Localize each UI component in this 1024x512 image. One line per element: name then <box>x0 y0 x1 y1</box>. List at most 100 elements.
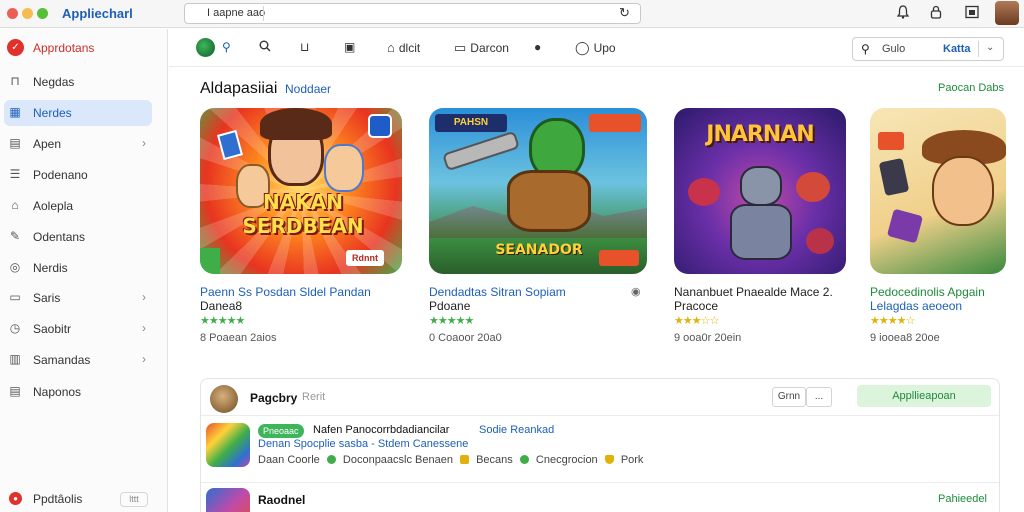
binoculars-icon[interactable]: ⚲ <box>222 40 231 54</box>
user-avatar[interactable] <box>995 1 1019 25</box>
sidebar-item-label: Apen <box>33 137 62 151</box>
chevron-right-icon: › <box>142 290 146 304</box>
weapon-shape <box>442 130 520 172</box>
address-bar[interactable]: I aapne aao ↻ <box>184 3 641 24</box>
chat-icon[interactable]: ● <box>534 40 541 54</box>
sidebar-item-10[interactable]: ▥ Samandas › <box>0 347 168 373</box>
app-card[interactable]: PAHSN SEANADOR Dendadtas Sitran Sopiam P… <box>429 108 649 354</box>
character-face <box>932 156 994 226</box>
footer-badge: lttt <box>120 492 148 507</box>
search-button[interactable]: Katta <box>943 43 971 55</box>
app-meta: 0 Coaoor 20a0 <box>429 332 502 344</box>
app-title: Appliecharl <box>62 6 133 21</box>
app-card[interactable]: JNARNAN Nananbuet Pnaealde Mace 2. Praco… <box>674 108 894 354</box>
search-icon: ⚲ <box>861 42 870 56</box>
house-icon: ⌂ <box>387 40 395 55</box>
chevron-down-icon[interactable]: ⌄ <box>986 42 994 53</box>
image-icon[interactable]: ▣ <box>344 40 355 54</box>
row-meta-item: Daan Coorle <box>258 454 320 466</box>
app-meta: 8 Poaean 2aios <box>200 332 277 344</box>
sidebar-item-label: Samandas <box>33 353 91 367</box>
card-prop <box>886 208 924 244</box>
character-body <box>507 170 591 232</box>
sidebar-item-7[interactable]: ◎ Nerdis <box>0 255 168 281</box>
sidebar-item-2[interactable]: ▦ Nerdes <box>0 100 168 126</box>
maximize-window-button[interactable] <box>37 8 48 19</box>
search-divider <box>978 41 979 57</box>
row-app-name[interactable]: Nafen Panocorrbdadiancilar <box>313 424 449 436</box>
app-meta: 9 iooea8 20oe <box>870 332 940 344</box>
more-button[interactable]: ... <box>806 387 832 407</box>
sidebar: ✓ Apprdotans ⊓ Negdas ▦ Nerdes ▤ Apen › … <box>0 29 168 512</box>
apply-button[interactable]: Appllieapoan <box>857 385 991 407</box>
app-developer: Pracoce <box>674 299 719 313</box>
sidebar-footer-item[interactable]: ● Ppdtâolis lttt <box>0 486 168 512</box>
green-dot-icon <box>519 455 529 464</box>
see-all-link[interactable]: Paocan Dabs <box>938 82 1004 94</box>
sidebar-item-8[interactable]: ▭ Saris › <box>0 285 168 311</box>
toolbar-logo-icon[interactable] <box>196 38 215 57</box>
sidebar-item-label: Podenano <box>33 168 88 182</box>
character-face <box>324 144 364 192</box>
sidebar-item-brand[interactable]: ✓ Apprdotans <box>0 35 168 61</box>
row-meta-item: Pork <box>620 454 644 466</box>
row-meta-item: Doconpaacslc Benaen <box>342 454 453 466</box>
app-title[interactable]: Nananbuet Pnaealde Mace 2. <box>674 285 894 299</box>
app-artwork: NAKAN SERDBEAN Rdnnt <box>200 108 402 274</box>
person-icon: ◎ <box>9 260 21 274</box>
search-input[interactable]: Gulo <box>882 43 905 55</box>
robot-head <box>740 166 782 206</box>
app-developer: Lelagdas aeoeon <box>870 299 963 313</box>
address-divider <box>263 6 264 21</box>
reload-icon[interactable]: ↻ <box>619 5 630 21</box>
sidebar-item-6[interactable]: ✎ Odentans <box>0 224 168 250</box>
app-thumbnail[interactable] <box>206 488 250 512</box>
section-title: Aldapasiiai <box>200 80 278 97</box>
app-artwork: PAHSN SEANADOR <box>429 108 647 274</box>
sidebar-item-label: Apprdotans <box>33 41 95 55</box>
chart-icon[interactable]: ⊔ <box>300 40 309 54</box>
sidebar-item-11[interactable]: ▤ Naponos <box>0 379 168 405</box>
toolbar-item-folder[interactable]: ▭ Darcon <box>454 40 509 56</box>
search-box[interactable]: ⚲ Gulo Katta ⌄ <box>852 37 1004 61</box>
inbox-icon: ▤ <box>9 384 21 398</box>
window-icon[interactable] <box>965 5 979 23</box>
app-title[interactable]: Pedocedinolis Apgain <box>870 285 1024 299</box>
bell-icon[interactable] <box>896 5 910 23</box>
sidebar-item-1[interactable]: ⊓ Negdas <box>0 69 168 95</box>
filter-button[interactable]: Grnn <box>772 387 806 407</box>
section-subtitle[interactable]: Noddaer <box>285 82 331 96</box>
minimize-window-button[interactable] <box>22 8 33 19</box>
art-logo-text: JNARNAN <box>706 122 814 147</box>
panel-subtitle: Rerit <box>302 391 326 403</box>
app-artwork: JNARNAN <box>674 108 846 274</box>
app-card[interactable]: NAKAN SERDBEAN Rdnnt Paenn Ss Posdan Sld… <box>200 108 420 354</box>
row-rank-link[interactable]: Sodie Reankad <box>479 424 554 436</box>
rating-stars: ★★★★☆ <box>870 315 915 327</box>
app-title[interactable]: Dendadtas Sitran Sopiam <box>429 285 649 299</box>
sidebar-item-label: Negdas <box>33 75 75 89</box>
toolbar-item-label: dlcit <box>398 41 421 55</box>
toolbar-item-bubble[interactable]: ◯ Upo <box>575 40 616 56</box>
character-hair <box>260 108 332 140</box>
row-meta-item: Becans <box>476 454 513 466</box>
lock-icon[interactable] <box>930 5 942 23</box>
search-icon[interactable] <box>259 40 271 55</box>
app-thumbnail[interactable] <box>206 423 250 467</box>
row-description: Denan Spocplie sasba - Stdem Canessene <box>258 438 469 450</box>
ranking-panel: Pagcbry Rerit Grnn ... Appllieapoan Pneo… <box>200 378 1000 512</box>
app-title[interactable]: Paenn Ss Posdan Sldel Pandan <box>200 285 420 299</box>
box-icon: ▭ <box>9 290 21 304</box>
art-badge: PAHSN <box>435 114 507 132</box>
close-window-button[interactable] <box>7 8 18 19</box>
sidebar-item-3[interactable]: ▤ Apen › <box>0 131 168 157</box>
sidebar-item-9[interactable]: ◷ Saobitr › <box>0 316 168 342</box>
sidebar-item-4[interactable]: ☰ Podenano <box>0 162 168 188</box>
sidebar-item-label: Aolepla <box>33 199 74 213</box>
app-card[interactable]: Pedocedinolis Apgain Lelagdas aeoeon ★★★… <box>870 108 1024 354</box>
list-icon: ☰ <box>9 167 21 181</box>
toolbar-item-house[interactable]: ⌂ dlcit <box>387 40 420 55</box>
row-link[interactable]: Pahieedel <box>938 493 987 505</box>
row-app-name[interactable]: Raodnel <box>258 493 305 507</box>
sidebar-item-5[interactable]: ⌂ Aolepla <box>0 193 168 219</box>
